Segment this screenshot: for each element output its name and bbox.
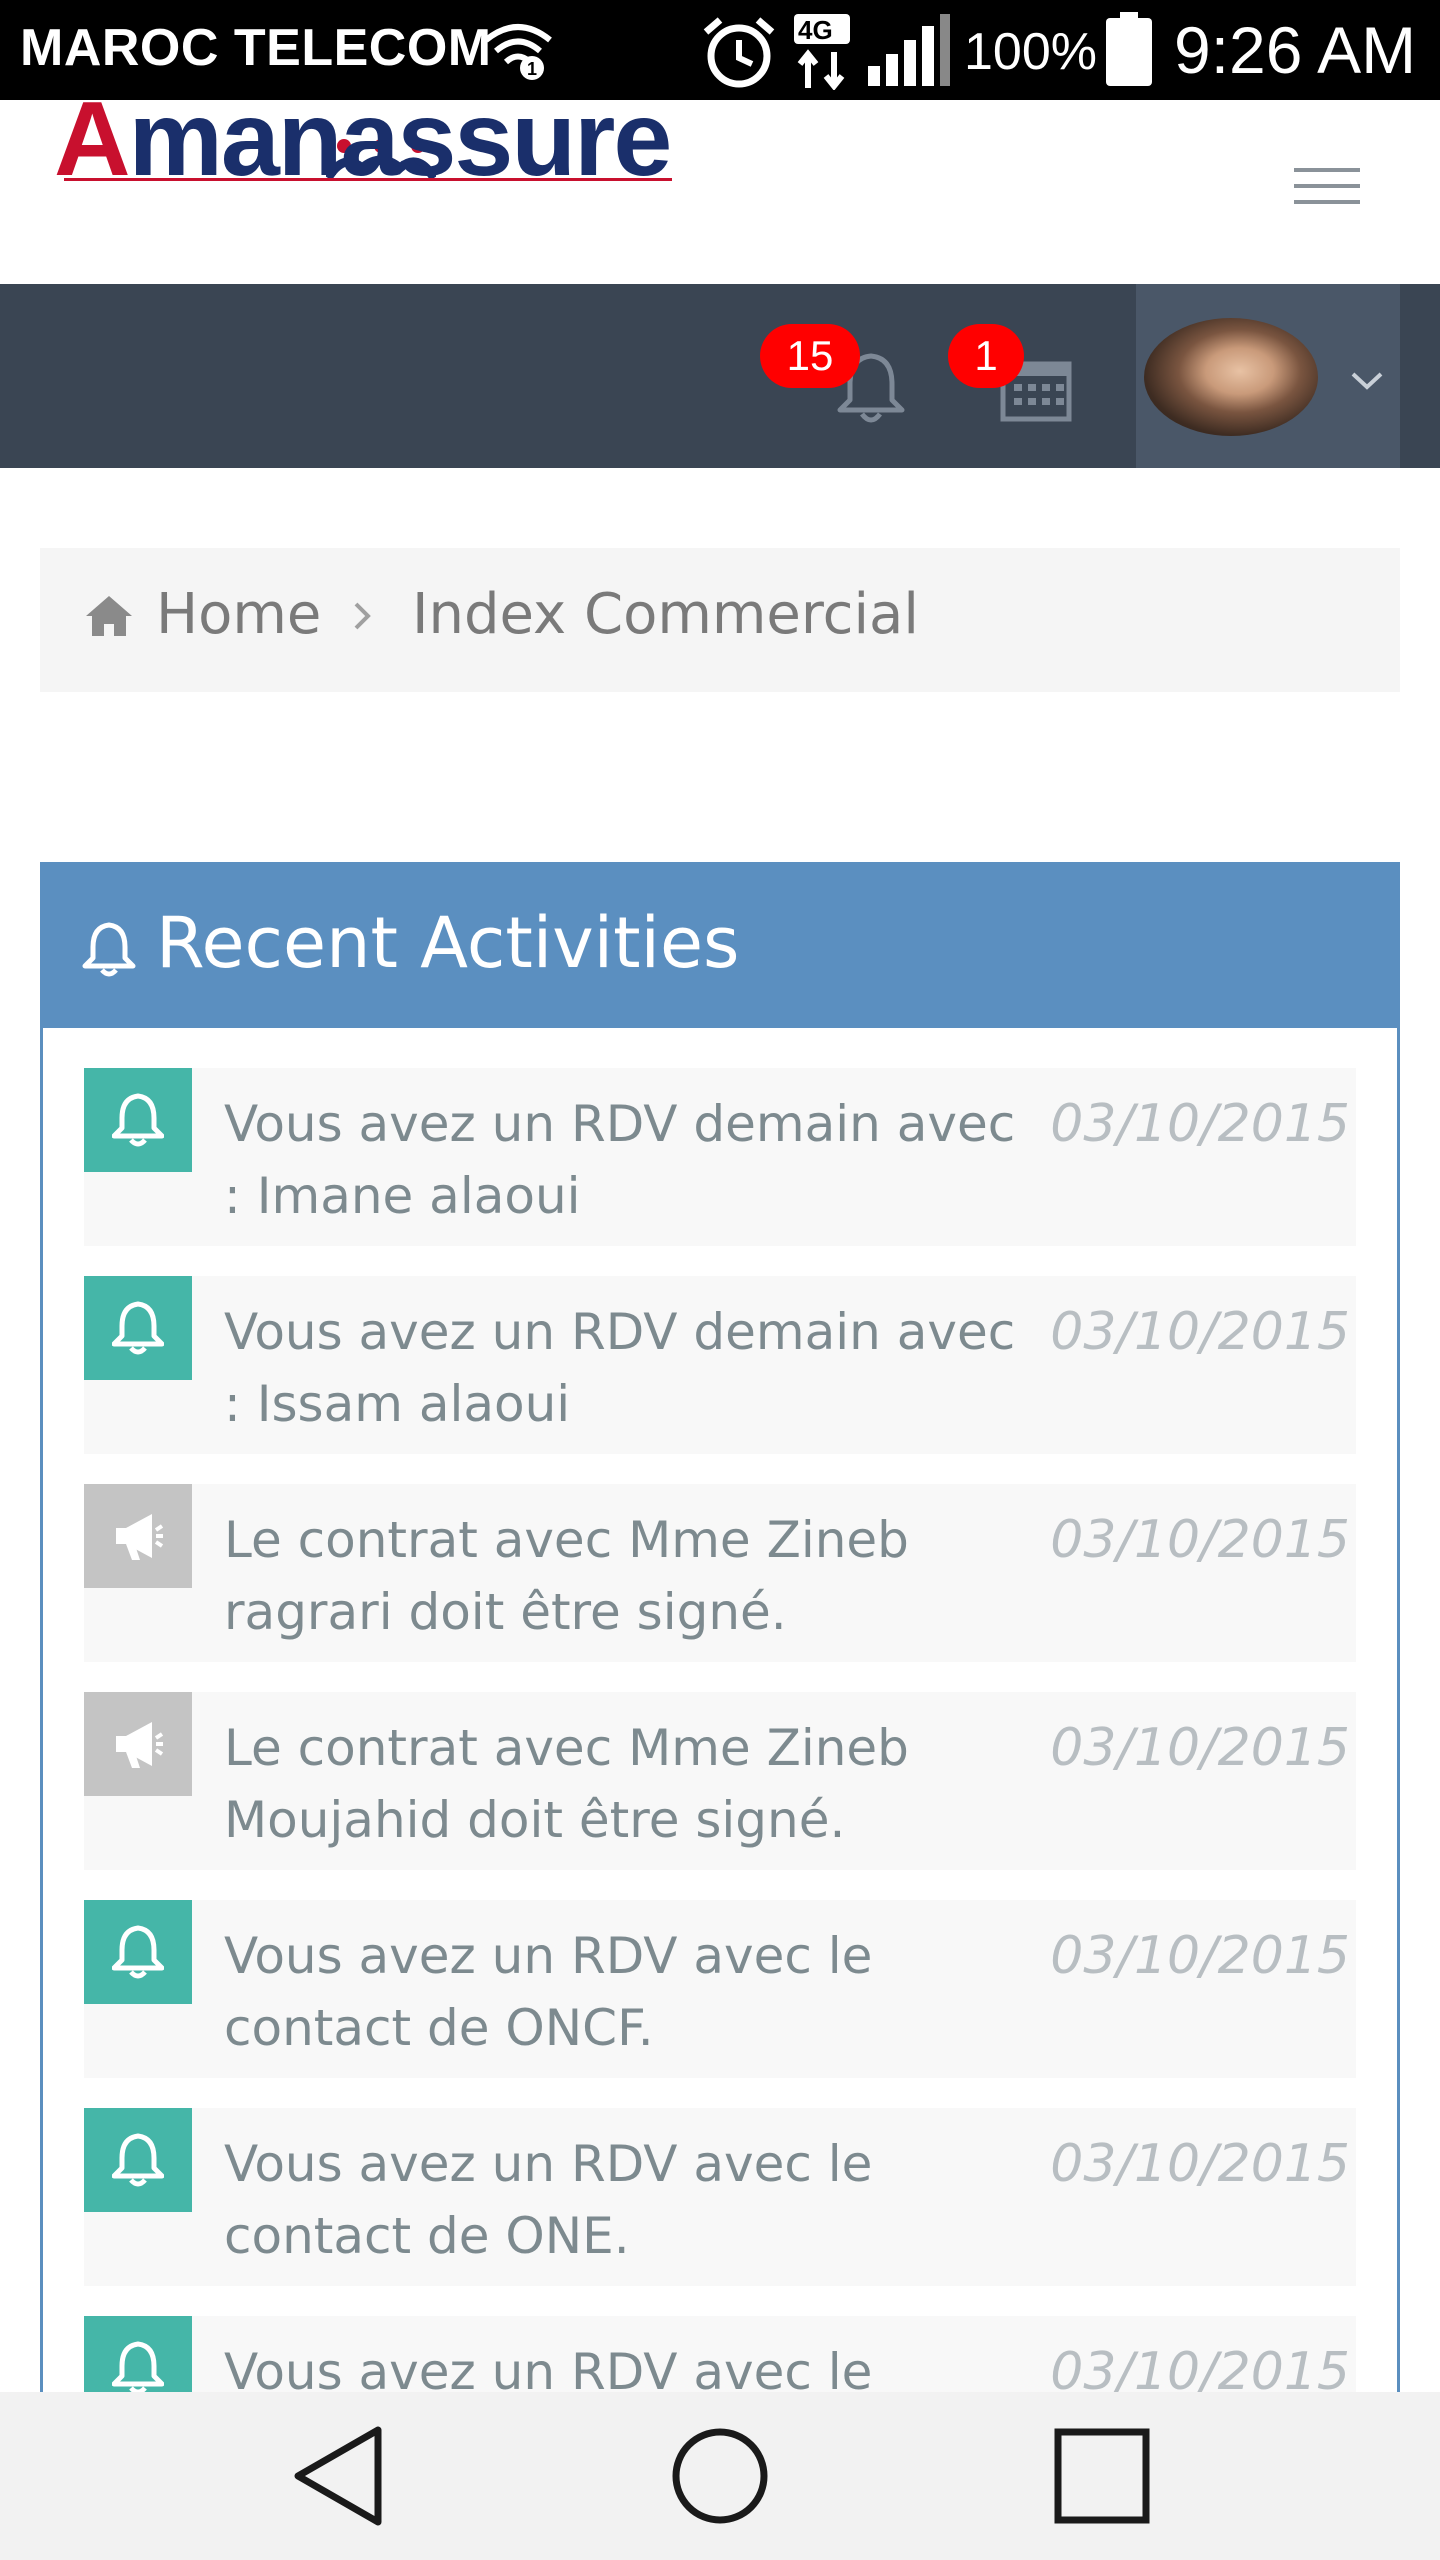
- activity-item[interactable]: Vous avez un RDV demain avec : Imane ala…: [84, 1068, 1356, 1246]
- activity-date: 03/10/2015: [1050, 1510, 1350, 1570]
- notifications-badge[interactable]: 15: [760, 324, 860, 388]
- svg-text:4G: 4G: [798, 15, 833, 45]
- activity-date: 03/10/2015: [1050, 1302, 1350, 1362]
- activity-item[interactable]: Vous avez un RDV avec le contact de ONCF…: [84, 1900, 1356, 2078]
- megaphone-icon: [84, 1484, 192, 1588]
- clock: 9:26 AM: [1174, 13, 1417, 87]
- activity-item[interactable]: Vous avez un RDV demain avec : Issam ala…: [84, 1276, 1356, 1454]
- menu-hamburger-icon[interactable]: [1294, 168, 1360, 220]
- user-avatar[interactable]: [1144, 318, 1318, 436]
- activity-text: Vous avez un RDV avec le contact de ONCF…: [224, 1927, 873, 2057]
- activity-text: Le contrat avec Mme Zineb ragrari doit ê…: [224, 1511, 909, 1641]
- breadcrumb-current: Index Commercial: [412, 582, 919, 647]
- panel-title: Recent Activities: [156, 902, 740, 984]
- alarm-icon: [703, 17, 775, 88]
- activity-item[interactable]: Vous avez un RDV avec le contact de ONE.…: [84, 2108, 1356, 2286]
- activity-date: 03/10/2015: [1050, 1926, 1350, 1986]
- battery-percent: 100%: [964, 23, 1097, 81]
- amanassure-logo[interactable]: Amanassure: [54, 70, 684, 210]
- logo-underline: [64, 178, 672, 181]
- signal-icon: [868, 14, 950, 86]
- activity-text: Vous avez un RDV avec le contact de ONE.: [224, 2135, 873, 2265]
- chevron-down-icon[interactable]: [1350, 370, 1384, 392]
- activity-date: 03/10/2015: [1050, 2134, 1350, 2194]
- activity-item[interactable]: Le contrat avec Mme Zineb ragrari doit ê…: [84, 1484, 1356, 1662]
- battery-icon: [1106, 12, 1152, 86]
- chevron-right-icon: [354, 602, 371, 630]
- home-icon[interactable]: [84, 594, 134, 638]
- recent-apps-icon[interactable]: [1052, 2426, 1152, 2526]
- carrier-name: MAROC TELECOM: [20, 19, 492, 77]
- activity-text: Le contrat avec Mme Zineb Moujahid doit …: [224, 1719, 909, 1849]
- breadcrumb-home-link[interactable]: Home: [156, 582, 321, 647]
- bell-icon: [84, 1276, 192, 1380]
- activity-date: 03/10/2015: [1050, 1094, 1350, 1154]
- activity-item[interactable]: Le contrat avec Mme Zineb Moujahid doit …: [84, 1692, 1356, 1870]
- activity-date: 03/10/2015: [1050, 1718, 1350, 1778]
- bell-icon: [82, 922, 136, 977]
- activity-text: Vous avez un RDV demain avec : Issam ala…: [224, 1303, 1016, 1433]
- bell-icon: [84, 1900, 192, 2004]
- calendar-badge[interactable]: 1: [948, 324, 1024, 388]
- bell-icon: [84, 1068, 192, 1172]
- home-button-icon[interactable]: [670, 2426, 770, 2526]
- megaphone-icon: [84, 1692, 192, 1796]
- back-icon[interactable]: [290, 2424, 390, 2528]
- network-4g-icon: 4G: [794, 14, 850, 90]
- activity-text: Vous avez un RDV demain avec : Imane ala…: [224, 1095, 1016, 1225]
- bell-icon: [84, 2108, 192, 2212]
